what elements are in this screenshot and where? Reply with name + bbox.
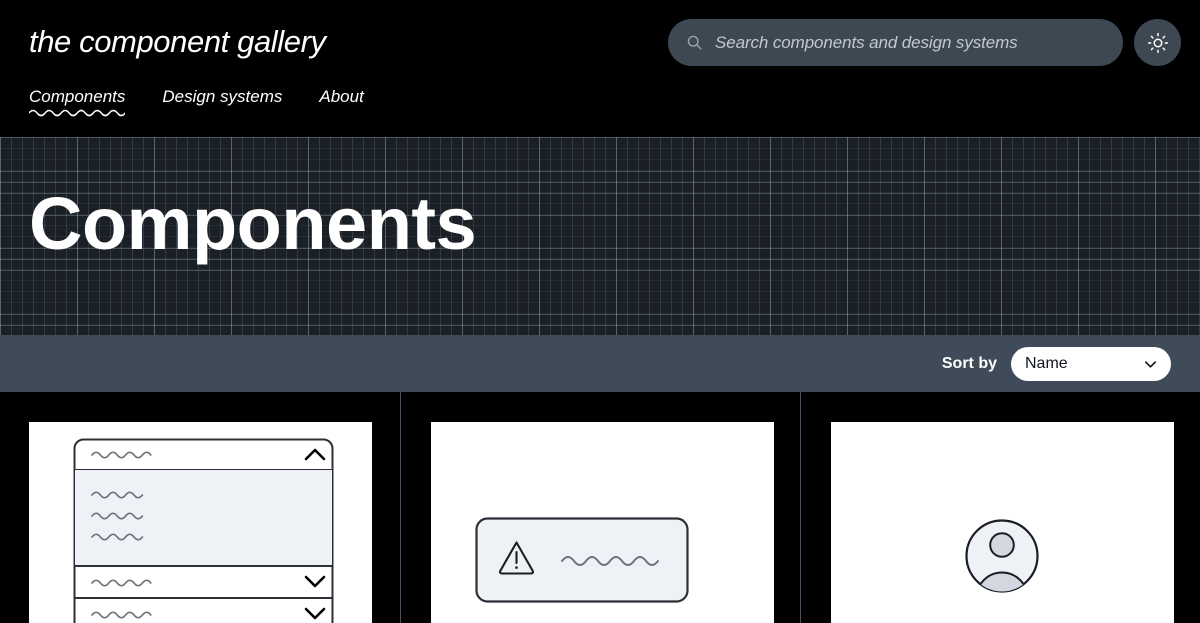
nav-item-label: Design systems: [162, 87, 283, 106]
search-icon: [687, 35, 702, 50]
active-nav-wave-underline: [29, 109, 126, 117]
avatar-illustration: [831, 422, 1174, 623]
component-card-avatar[interactable]: [800, 392, 1200, 623]
component-card-alert[interactable]: [400, 392, 800, 623]
accordion-illustration: [29, 422, 372, 623]
chevron-down-icon: [1145, 360, 1156, 368]
search-bar[interactable]: [668, 19, 1123, 66]
nav-item-about[interactable]: About: [319, 87, 363, 117]
nav-item-design-systems[interactable]: Design systems: [162, 87, 282, 117]
nav-item-label: Components: [29, 87, 126, 106]
app-root: the component gallery Components Design …: [0, 0, 1200, 623]
sun-icon: [1147, 32, 1168, 53]
sort-by-selected-value: Name: [1025, 354, 1068, 372]
page-hero: Components: [0, 137, 1200, 335]
nav-item-label: About: [319, 87, 364, 106]
nav-item-components[interactable]: Components: [29, 87, 126, 117]
component-card-grid: [0, 392, 1200, 623]
component-card-accordion[interactable]: [0, 392, 400, 623]
search-input[interactable]: [715, 32, 1105, 53]
site-logo[interactable]: the component gallery: [29, 24, 326, 60]
alert-illustration: [431, 422, 774, 623]
primary-navigation: Components Design systems About: [29, 87, 364, 117]
sort-by-label: Sort by: [941, 354, 997, 372]
sort-bar: Sort by Name: [0, 335, 1200, 392]
theme-toggle-button[interactable]: [1134, 19, 1181, 66]
top-bar: the component gallery Components Design …: [0, 0, 1200, 137]
sort-by-select[interactable]: Name: [1011, 346, 1171, 381]
page-title: Components: [29, 182, 477, 265]
